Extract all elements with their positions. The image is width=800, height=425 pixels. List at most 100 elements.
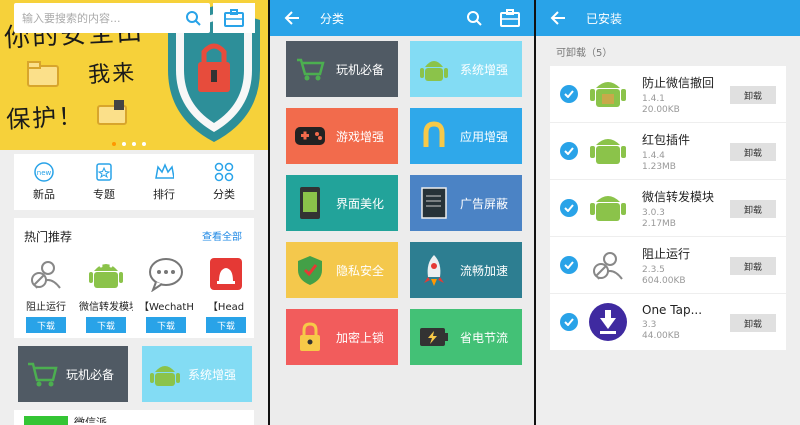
bottom-item[interactable]: 微信派 [14, 410, 254, 425]
list-item[interactable]: 微信转发模块 3.0.3 2.17MB 卸载 [550, 180, 786, 236]
pager-dot[interactable] [132, 142, 136, 146]
search-input[interactable]: 输入要搜索的内容... [22, 10, 176, 26]
category-label: 省电节流 [460, 330, 509, 345]
download-button[interactable]: 下载 [86, 317, 126, 333]
hot-app[interactable]: 【Head 下载 [200, 254, 252, 333]
list-item[interactable]: 阻止运行 2.3.5 604.00KB 卸载 [550, 237, 786, 293]
nav-topic-label: 专题 [93, 188, 115, 201]
category-battery[interactable]: 省电节流 [410, 309, 522, 365]
list-item[interactable]: 红包插件 1.4.4 1.23MB 卸载 [550, 123, 786, 179]
banner-text-2: 我来 [87, 60, 137, 89]
hot-app-name: 【WechatHelper】 [139, 302, 193, 313]
category-label: 流畅加速 [460, 263, 509, 278]
toolbox-icon[interactable] [492, 9, 528, 27]
category-label: 玩机必备 [336, 62, 385, 77]
app-size: 20.00KB [642, 104, 680, 115]
category-screen: 分类 玩机必备 系统增强 游戏增强 应用增强 界面美化 广告屏蔽 隐私安全 流畅… [270, 0, 534, 425]
category-game[interactable]: 游戏增强 [286, 108, 398, 164]
banner-text-3: 保护！ [5, 101, 85, 135]
list-item[interactable]: 防止微信撤回 1.4.1 20.00KB 卸载 [550, 66, 786, 122]
block-run-icon [588, 245, 628, 285]
app-size: 1.23MB [642, 161, 676, 172]
hot-app-name: 微信转发模块 [79, 302, 133, 313]
app-icon [24, 416, 68, 425]
nav-new[interactable]: new 新品 [14, 154, 74, 210]
list-item[interactable]: One Tap... 3.3 44.00KB 卸载 [550, 294, 786, 350]
hot-app-name: 阻止运行 [26, 302, 66, 313]
nav-category[interactable]: 分类 [194, 154, 254, 210]
star-doc-icon [94, 162, 114, 182]
uninstall-button[interactable]: 卸载 [730, 86, 776, 104]
bottom-item-label: 微信派 [74, 416, 107, 423]
document-icon [410, 175, 458, 231]
banner-pager [112, 142, 146, 146]
category-theme[interactable]: 界面美化 [286, 175, 398, 231]
search-bar[interactable]: 输入要搜索的内容... [14, 3, 210, 33]
download-button[interactable]: 下载 [146, 317, 186, 333]
hot-app[interactable]: 阻止运行 下载 [20, 254, 72, 333]
nav-new-label: 新品 [33, 188, 55, 201]
pager-dot[interactable] [142, 142, 146, 146]
category-label: 游戏增强 [336, 129, 385, 144]
category-lock[interactable]: 加密上锁 [286, 309, 398, 365]
folder-icon [27, 61, 59, 87]
checkbox-checked[interactable] [560, 199, 578, 217]
checkbox-checked[interactable] [560, 142, 578, 160]
nav-rank-label: 排行 [153, 188, 175, 201]
padlock-icon [286, 309, 334, 365]
tile-essentials-label: 玩机必备 [66, 367, 115, 382]
page-title: 已安装 [586, 11, 623, 26]
checkbox-checked[interactable] [560, 313, 578, 331]
top-bar: 分类 [270, 0, 534, 36]
hot-app[interactable]: 【WechatHelper】 下载 [139, 254, 193, 333]
android-icon [86, 254, 126, 294]
block-run-icon [26, 254, 66, 294]
uninstall-button[interactable]: 卸载 [730, 257, 776, 275]
nav-rank[interactable]: 排行 [134, 154, 194, 210]
uninstall-button[interactable]: 卸载 [730, 200, 776, 218]
android-icon [588, 188, 628, 228]
tile-essentials[interactable]: 玩机必备 [18, 346, 128, 402]
back-arrow-icon[interactable] [284, 11, 310, 25]
category-adblock[interactable]: 广告屏蔽 [410, 175, 522, 231]
category-label: 系统增强 [460, 62, 509, 77]
checkbox-checked[interactable] [560, 256, 578, 274]
category-system[interactable]: 系统增强 [410, 41, 522, 97]
new-icon: new [34, 162, 54, 182]
app-size: 604.00KB [642, 275, 686, 286]
horseshoe-icon [410, 108, 458, 164]
pager-dot[interactable] [122, 142, 126, 146]
hot-app-name: 【Head [207, 302, 245, 313]
tile-system-label: 系统增强 [188, 367, 237, 382]
hot-section: 热门推荐 查看全部 阻止运行 下载 微信转发模块 下载 【WechatH 下载 … [14, 218, 254, 338]
category-app[interactable]: 应用增强 [410, 108, 522, 164]
pager-dot[interactable] [112, 142, 116, 146]
gamepad-icon [286, 108, 334, 164]
category-essentials[interactable]: 玩机必备 [286, 41, 398, 97]
category-privacy[interactable]: 隐私安全 [286, 242, 398, 298]
search-icon[interactable] [176, 3, 210, 33]
view-all-link[interactable]: 查看全部 [202, 228, 242, 245]
search-icon[interactable] [456, 10, 492, 26]
uninstall-button[interactable]: 卸载 [730, 314, 776, 332]
tile-system[interactable]: 系统增强 [142, 346, 252, 402]
category-speed[interactable]: 流畅加速 [410, 242, 522, 298]
nav-topic[interactable]: 专题 [74, 154, 134, 210]
download-button[interactable]: 下载 [26, 317, 66, 333]
checkbox-checked[interactable] [560, 85, 578, 103]
download-arrow-icon [588, 302, 628, 342]
folder-icon [97, 100, 127, 125]
toolbox-button[interactable] [213, 3, 255, 33]
back-arrow-icon[interactable] [550, 11, 576, 25]
uninstall-button[interactable]: 卸载 [730, 143, 776, 161]
toolbox-icon [224, 9, 244, 27]
installed-screen: 已安装 可卸载（5） 防止微信撤回 1.4.1 20.00KB 卸载 红包插件 … [536, 0, 800, 425]
chat-bubble-icon [146, 254, 186, 294]
download-button[interactable]: 下载 [206, 317, 246, 333]
top-bar: 已安装 [536, 0, 800, 36]
hot-app[interactable]: 微信转发模块 下载 [79, 254, 133, 333]
android-icon [410, 41, 458, 97]
new-badge-text: new [37, 169, 52, 177]
category-label: 加密上锁 [336, 330, 385, 345]
grid-icon [214, 162, 234, 182]
